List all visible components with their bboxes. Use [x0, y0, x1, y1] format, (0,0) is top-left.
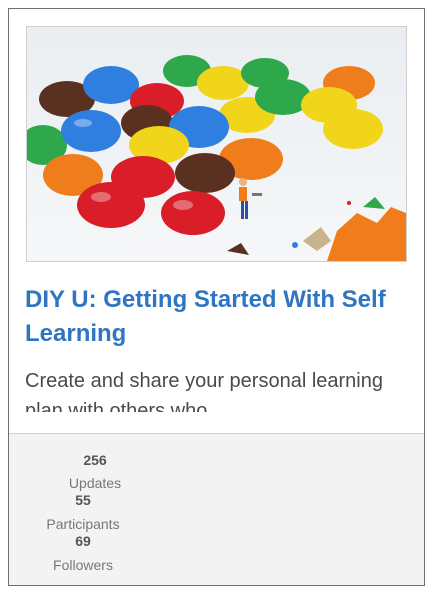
course-description: Create and share your personal learning … — [25, 370, 383, 412]
course-image[interactable] — [26, 26, 407, 262]
stats-panel: 256 Updates 55 Participants 69 Followers — [9, 433, 424, 585]
course-card[interactable]: DIY U: Getting Started With Self Learnin… — [8, 8, 425, 586]
course-title-link[interactable]: DIY U: Getting Started With Self Learnin… — [25, 283, 410, 351]
participants-label: Participants — [46, 516, 120, 532]
followers-label: Followers — [53, 557, 113, 573]
description-container: Create and share your personal learning … — [25, 366, 410, 412]
updates-count: 256 — [83, 452, 107, 468]
candy-illustration — [27, 27, 406, 261]
participants-count: 55 — [75, 492, 91, 508]
updates-label: Updates — [68, 475, 122, 491]
followers-count: 69 — [75, 533, 91, 549]
